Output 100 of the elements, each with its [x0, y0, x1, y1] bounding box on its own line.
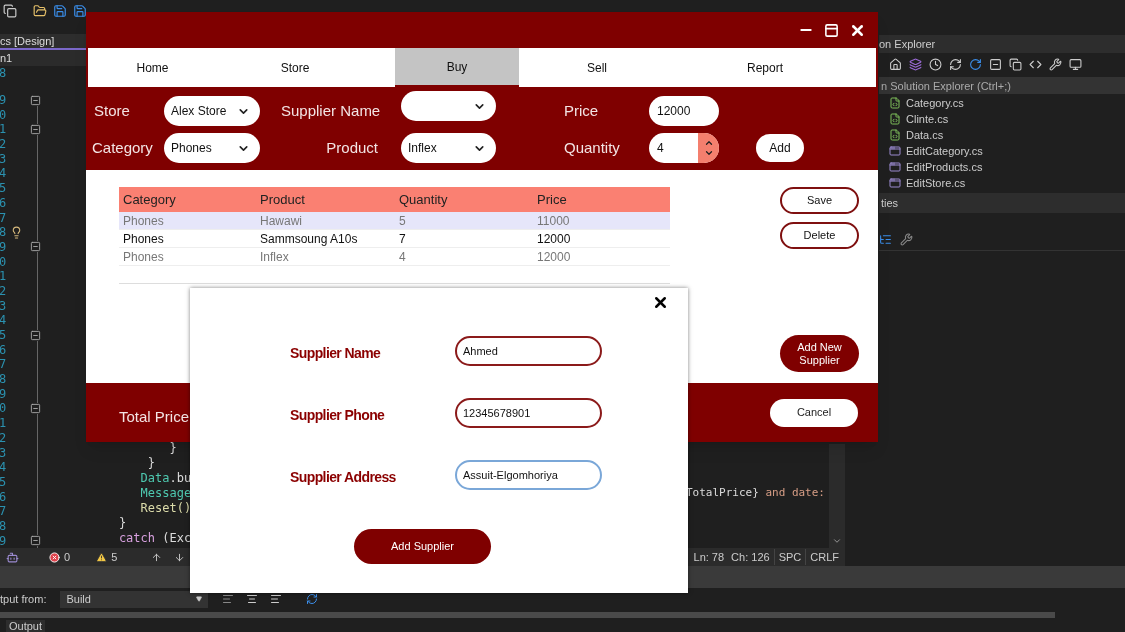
code-line: } — [146, 455, 156, 473]
line-number: 5 — [0, 475, 8, 488]
line-ending-indicator[interactable]: CRLF — [806, 548, 843, 566]
field-label: Supplier Address — [290, 467, 397, 487]
output-source-dropdown[interactable]: Build — [60, 590, 209, 608]
store-dropdown[interactable]: Alex Store — [164, 96, 260, 126]
toolbar-icon[interactable] — [1009, 57, 1022, 71]
arrow-up-icon[interactable] — [151, 551, 163, 563]
error-icon[interactable] — [49, 551, 60, 563]
spin-down-icon[interactable] — [703, 148, 714, 158]
line-number: 1 — [0, 123, 8, 136]
arrow-down-icon[interactable] — [174, 551, 186, 563]
file-item[interactable]: Clinte.cs — [879, 111, 1125, 127]
product-dropdown[interactable]: Inflex — [401, 133, 496, 163]
horizontal-scrollbar[interactable] — [0, 612, 1055, 618]
toolbar-icon[interactable] — [929, 57, 942, 71]
column-header[interactable]: Price — [537, 189, 670, 210]
total-price-label: Total Price — [119, 407, 190, 428]
collapse-icon[interactable] — [30, 402, 41, 414]
supplier-dropdown[interactable] — [401, 91, 496, 121]
file-item[interactable]: EditStore.cs — [879, 175, 1125, 191]
line-number: 3 — [0, 152, 8, 165]
toolbar-icon[interactable] — [969, 57, 982, 71]
line-number: 8 — [0, 226, 8, 239]
line-number: 4 — [0, 314, 8, 327]
warning-icon[interactable] — [96, 551, 108, 563]
line-number: 8 — [0, 67, 8, 80]
field-label: Quantity — [563, 137, 621, 158]
column-indicator[interactable]: Ch: 126 — [727, 548, 775, 566]
search-field[interactable]: n Solution Explorer (Ctrl+;) — [879, 77, 1125, 94]
toolbar-icon[interactable] — [1069, 57, 1082, 71]
toolbar-icon[interactable] — [306, 593, 319, 605]
table-row[interactable]: Phones Hawawi 5 11000 — [119, 212, 670, 230]
warning-count[interactable]: 5 — [111, 548, 118, 566]
table-cell-text: Phones — [123, 213, 165, 230]
vertical-scrollbar[interactable] — [829, 444, 845, 548]
table-cell-text: 4 — [399, 249, 407, 266]
save-icon[interactable] — [53, 4, 67, 18]
toolbar-icon[interactable] — [949, 57, 962, 71]
file-item[interactable]: EditCategory.cs — [879, 143, 1125, 159]
table-cell-text: 5 — [399, 213, 407, 230]
delete-button[interactable]: Delete — [780, 222, 859, 249]
toolbar-icon[interactable] — [222, 593, 235, 605]
text-field[interactable]: 12345678901 — [455, 398, 602, 428]
maximize-icon[interactable] — [824, 22, 839, 38]
line-number: 9 — [0, 240, 8, 253]
column-header[interactable]: Quantity — [399, 189, 537, 210]
line-number: 8 — [0, 519, 8, 532]
add-button[interactable]: Add — [756, 134, 804, 162]
collapse-icon[interactable] — [30, 123, 41, 135]
line-number: 3 — [0, 446, 8, 459]
line-number: 1 — [0, 417, 8, 430]
collapse-icon[interactable] — [30, 535, 41, 547]
properties-icon[interactable] — [879, 233, 892, 246]
add-new-supplier-button[interactable]: Add New Supplier — [780, 335, 859, 372]
toolbar-icon[interactable] — [889, 57, 902, 71]
add-supplier-button[interactable]: Add Supplier — [354, 529, 491, 564]
close-icon[interactable] — [652, 294, 669, 311]
collapse-icon[interactable] — [30, 241, 41, 253]
cancel-button[interactable]: Cancel — [770, 398, 858, 427]
line-indicator[interactable]: Ln: 78 — [690, 548, 728, 566]
line-number: 3 — [0, 299, 8, 312]
toolbar-icon[interactable] — [3, 4, 17, 18]
spin-up-icon[interactable] — [703, 138, 714, 148]
member-dropdown[interactable]: n1 — [0, 50, 86, 66]
text-field[interactable]: Ahmed — [455, 336, 602, 366]
toolbar-icon[interactable] — [989, 57, 1002, 71]
document-tab[interactable]: cs [Design] — [0, 34, 86, 50]
collapse-icon[interactable] — [30, 94, 41, 106]
toolbar-icon[interactable] — [270, 593, 283, 605]
toolbar-icon[interactable] — [246, 593, 259, 605]
price-field[interactable]: 12000 — [649, 96, 719, 126]
toolbar-icon[interactable] — [1049, 57, 1062, 71]
error-count[interactable]: 0 — [64, 548, 71, 566]
panel-title: ties — [881, 195, 899, 211]
table-cell-text: 12000 — [537, 249, 572, 266]
open-folder-icon[interactable] — [33, 4, 47, 18]
file-item[interactable]: Data.cs — [879, 127, 1125, 143]
copilot-icon[interactable] — [6, 550, 19, 564]
line-number: 8 — [0, 373, 8, 386]
nav-tab[interactable]: Buy — [395, 48, 519, 87]
lightbulb-icon[interactable] — [10, 225, 23, 239]
scroll-down-icon[interactable] — [832, 536, 842, 546]
line-number: 4 — [0, 461, 8, 474]
field-label: Store — [93, 100, 131, 121]
wrench-icon[interactable] — [900, 233, 913, 246]
column-header[interactable]: Category — [123, 189, 260, 210]
quantity-spinner[interactable]: 4 — [649, 133, 719, 163]
category-dropdown[interactable]: Phones — [164, 133, 260, 163]
code-line: TotalPrice} and date: — [685, 484, 825, 501]
table-cell-text: Phones — [123, 249, 165, 266]
save-button[interactable]: Save — [780, 187, 859, 214]
text-field[interactable]: Assuit-Elgomhoriya — [455, 460, 602, 490]
collapse-icon[interactable] — [30, 329, 41, 341]
save-all-icon[interactable] — [73, 4, 87, 18]
file-item[interactable]: Category.cs — [879, 95, 1125, 111]
column-header[interactable]: Product — [260, 189, 399, 210]
output-tab[interactable]: Output — [6, 620, 46, 632]
file-item[interactable]: EditProducts.cs — [879, 159, 1125, 175]
indent-indicator[interactable]: SPC — [774, 548, 807, 566]
